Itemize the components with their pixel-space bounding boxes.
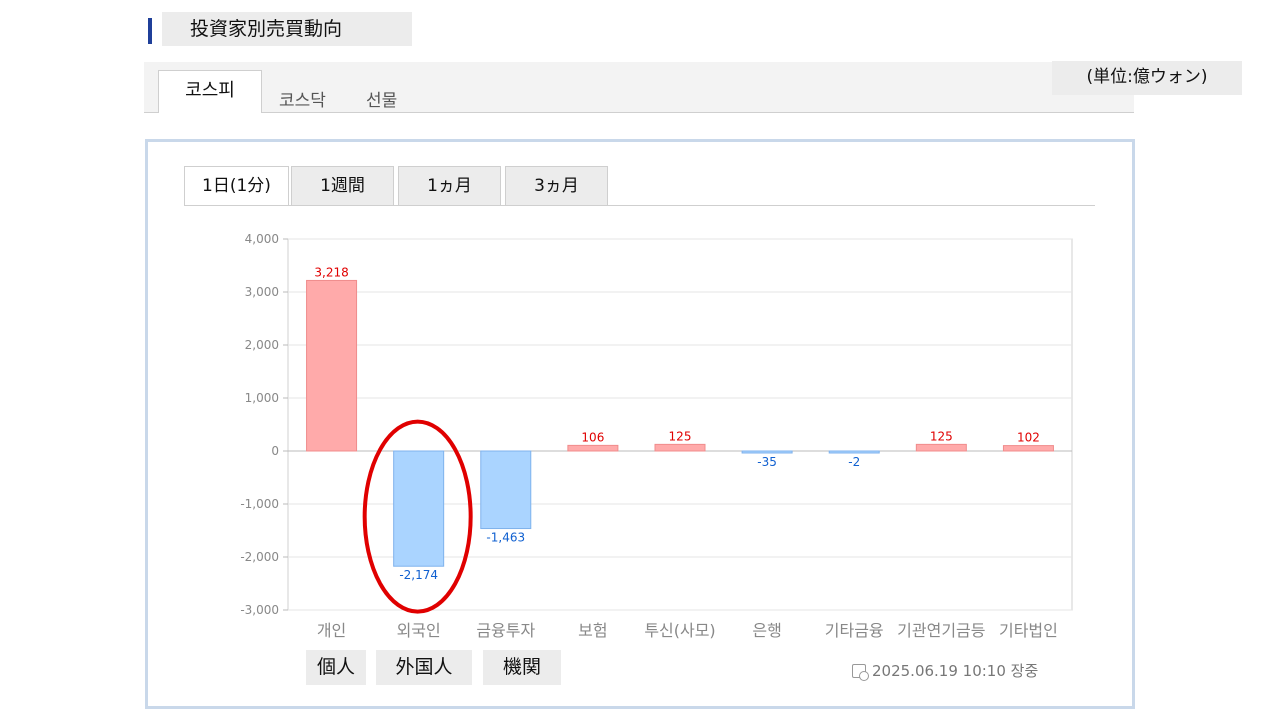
bar-4 <box>654 443 706 452</box>
data-label-3: 106 <box>581 430 604 444</box>
x-category-label-5: 은행 <box>752 621 781 640</box>
data-label-8: 102 <box>1017 431 1040 445</box>
investor-bar-chart: 4,000 3,000 2,000 1,000 0 -1,000 -2,000 -3,000 3… <box>240 232 1073 640</box>
x-category-label-1: 외국인 <box>397 621 441 640</box>
y-tick-label: -2,000 <box>240 550 279 564</box>
data-label-0: 3,218 <box>314 265 348 279</box>
data-label-5: -35 <box>757 455 777 469</box>
timestamp: 2025.06.19 10:10 장중 <box>852 660 1038 681</box>
y-tick-label: 2,000 <box>245 338 279 352</box>
bar-8 <box>1002 445 1054 452</box>
data-label-4: 125 <box>669 429 692 443</box>
bar-6 <box>828 450 880 454</box>
bar-1 <box>393 450 445 567</box>
x-category-label-3: 보험 <box>578 621 607 640</box>
caption-institution: 機関 <box>483 650 561 685</box>
data-label-2: -1,463 <box>486 531 525 545</box>
y-tick-label: 3,000 <box>245 285 279 299</box>
x-category-label-0: 개인 <box>317 621 346 640</box>
caption-foreign: 外国人 <box>376 650 472 685</box>
data-label-6: -2 <box>848 455 860 469</box>
x-category-label-6: 기타금융 <box>825 621 884 640</box>
x-category-label-2: 금융투자 <box>476 621 535 640</box>
y-tick-label: 4,000 <box>245 232 279 246</box>
bar-2 <box>480 450 532 530</box>
caption-individual: 個人 <box>306 650 366 685</box>
timestamp-text: 2025.06.19 10:10 장중 <box>872 662 1039 680</box>
y-tick-label: -1,000 <box>240 497 279 511</box>
y-tick-label: 0 <box>271 444 279 458</box>
x-category-label-4: 투신(사모) <box>644 621 715 640</box>
x-category-label-7: 기관연기금등 <box>897 621 985 640</box>
y-tick-label: -3,000 <box>240 603 279 617</box>
data-label-1: -2,174 <box>399 568 438 582</box>
calendar-clock-icon <box>852 663 869 681</box>
bar-7 <box>915 443 967 452</box>
x-category-label-8: 기타법인 <box>999 621 1058 640</box>
bar-5 <box>741 450 793 454</box>
bar-3 <box>567 444 619 452</box>
bar-0 <box>306 279 358 452</box>
y-tick-label: 1,000 <box>245 391 279 405</box>
data-label-7: 125 <box>930 429 953 443</box>
